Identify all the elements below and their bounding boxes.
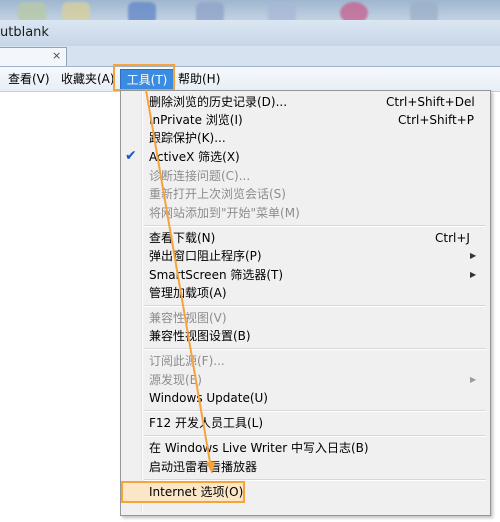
annotation-arrow	[145, 89, 215, 474]
